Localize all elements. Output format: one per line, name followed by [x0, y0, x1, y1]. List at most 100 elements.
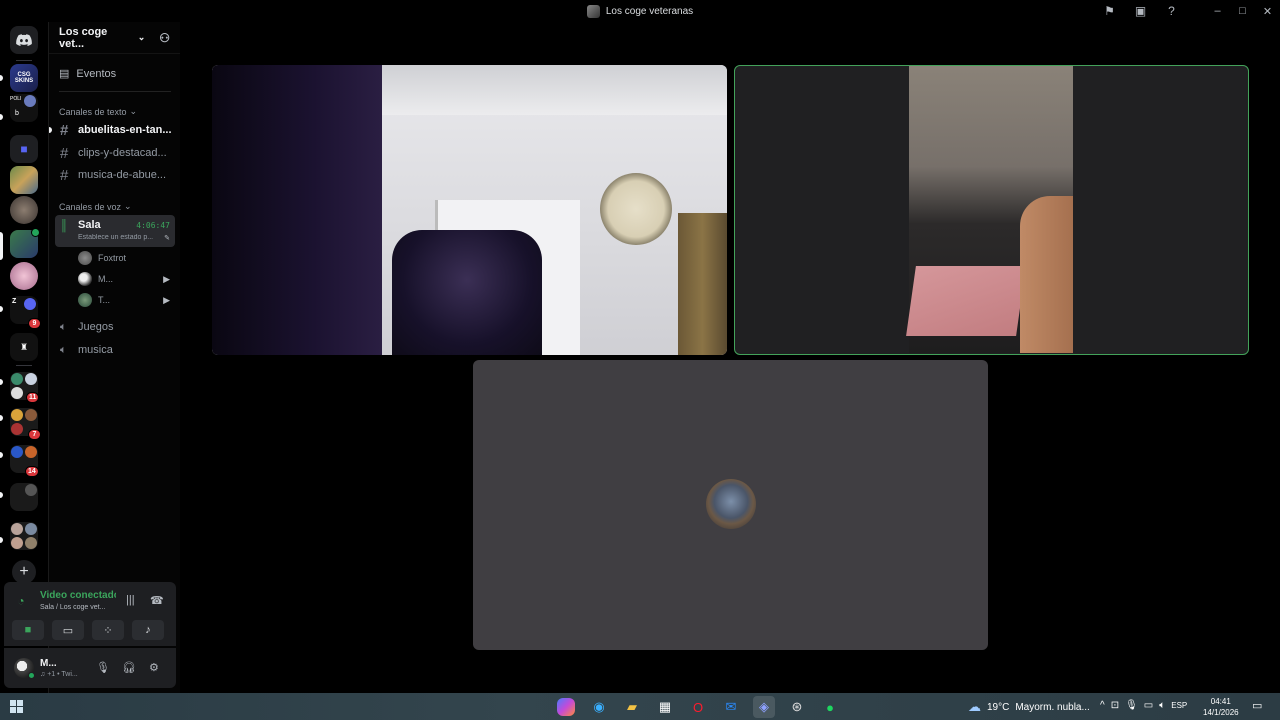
file-explorer-icon[interactable]: ▰ [621, 696, 643, 718]
activities-button[interactable]: ⁘ [92, 620, 124, 640]
server-folder-6[interactable] [10, 483, 38, 511]
video-tile-1[interactable] [212, 65, 727, 355]
mention-badge: 9 [28, 318, 41, 329]
windows-start-icon[interactable] [10, 700, 23, 713]
server-mini-icon [11, 537, 23, 549]
add-server-button[interactable]: + [12, 560, 36, 584]
input-language[interactable]: ESP [1171, 701, 1187, 710]
category-voice-channels[interactable]: Canales de voz ⌄ [59, 201, 132, 212]
voice-channel-sala[interactable]: ║ Sala 4:06:47 Establece un estado p... … [55, 215, 175, 247]
user-name[interactable]: M... [40, 658, 57, 669]
invite-people-icon[interactable]: ⚇ [159, 31, 170, 45]
clock[interactable]: 04:41 14/1/2026 [1203, 696, 1239, 718]
weather-widget[interactable]: ☁ 19°C Mayorm. nubla... [968, 699, 1090, 715]
copilot-icon[interactable] [557, 698, 575, 716]
video-frame-decorative-plate [600, 173, 672, 245]
taskbar-apps: ◉ ▰ ▦ O ✉ ◈ ⊛ ● [555, 696, 841, 718]
screen-share-button[interactable]: ▭ [52, 620, 84, 640]
video-camera-icon: ▶ [163, 273, 170, 284]
notification-icon[interactable]: ▭ [1252, 699, 1262, 712]
soundboard-button[interactable]: ♪ [132, 620, 164, 640]
text-channel-icon: # [60, 144, 69, 162]
headphones-icon[interactable]: 🎧︎ [122, 661, 136, 674]
guild-header[interactable]: Los coge vet... ⌄ ⚇ [49, 22, 180, 54]
unread-pill [0, 75, 3, 81]
category-text-channels[interactable]: Canales de texto ⌄ [59, 106, 137, 117]
channel-name: musica [78, 344, 113, 356]
noise-suppression-icon[interactable]: ||| [126, 594, 135, 606]
edge-icon[interactable]: ◉ [588, 696, 610, 718]
camera-button[interactable]: ■ [12, 620, 44, 640]
server-active[interactable] [10, 228, 40, 258]
connection-status[interactable]: Video conectado [40, 590, 116, 601]
tray-app-icon[interactable]: ⊡ [1111, 700, 1119, 711]
gear-icon[interactable]: ⚙ [149, 661, 159, 674]
voice-status-input[interactable]: Establece un estado p... [78, 234, 162, 241]
video-frame-curtain [678, 213, 727, 355]
user-status[interactable]: ♫ +1 • Twi... [40, 671, 78, 678]
voice-indicator-icon [31, 228, 40, 237]
video-camera-icon: ▶ [163, 294, 170, 305]
spotify-icon[interactable]: ● [819, 696, 841, 718]
video-frame-hand [1020, 196, 1073, 353]
volume-icon[interactable]: 🔈︎ [1159, 700, 1165, 711]
server-folder-7[interactable] [10, 522, 38, 550]
server-folder-1[interactable]: POLI b [10, 94, 38, 122]
screen-share-icon: ▭ [62, 624, 74, 637]
server-avatar-2[interactable] [10, 166, 38, 194]
server-avatar-5[interactable] [10, 262, 38, 290]
discord-taskbar-icon[interactable]: ◈ [753, 696, 775, 718]
channel-musica-de-abue[interactable]: # musica-de-abue... [55, 165, 175, 185]
events-link[interactable]: ▤ Eventos [59, 67, 116, 81]
store-icon[interactable]: ▦ [654, 696, 676, 718]
weather-temperature: 19°C [987, 701, 1010, 713]
voice-channel-musica[interactable]: 🔈︎ musica [55, 340, 175, 360]
avatar [78, 293, 92, 307]
voice-channel-juegos[interactable]: 🔈︎ Juegos [55, 317, 175, 337]
inbox-icon[interactable]: ⚑ [1094, 0, 1125, 22]
connection-signal-icon[interactable]: ◔ [11, 591, 31, 611]
microphone-icon[interactable]: 🎙︎ [96, 661, 110, 674]
channel-abuelitas[interactable]: # abuelitas-en-tan... [55, 120, 175, 140]
close-button[interactable]: ✕ [1255, 0, 1280, 22]
disconnect-icon[interactable]: ☎ [150, 594, 164, 607]
maximize-button[interactable]: □ [1230, 0, 1255, 22]
tray-microphone-icon[interactable]: 🎙︎ [1125, 700, 1138, 711]
voice-user-name: M... [98, 274, 113, 284]
channel-clips[interactable]: # clips-y-destacad... [55, 143, 175, 163]
tray-chevron-up-icon[interactable]: ^ [1100, 700, 1105, 711]
mention-badge: 11 [26, 392, 40, 403]
server-mini-icon [11, 387, 23, 399]
voice-activity-icon: ║ [60, 220, 68, 232]
opera-icon[interactable]: O [687, 696, 709, 718]
server-avatar-7[interactable]: ♜ [10, 333, 38, 361]
server-mini-icon [11, 373, 23, 385]
pencil-icon[interactable]: ✎ [164, 234, 170, 242]
steam-icon[interactable]: ⊛ [786, 696, 808, 718]
server-csg-skins[interactable]: CSG SKINS [10, 64, 38, 92]
server-mini-icon [11, 523, 23, 535]
rail-separator [16, 365, 32, 366]
help-icon[interactable]: ? [1156, 0, 1187, 22]
discord-icon [16, 34, 32, 46]
voice-user-foxtrot[interactable]: Foxtrot [78, 249, 170, 267]
outlook-icon[interactable]: ✉ [720, 696, 742, 718]
unread-pill [0, 306, 3, 312]
video-stage [181, 22, 1280, 693]
mention-badge: 14 [25, 466, 39, 477]
minimize-button[interactable]: – [1205, 0, 1230, 22]
video-frame-cards [906, 266, 1026, 336]
home-button[interactable] [10, 26, 38, 54]
folder-icon[interactable]: ■ [10, 135, 38, 163]
network-icon[interactable]: ▭ [1144, 700, 1153, 711]
video-tile-2-speaking[interactable] [734, 65, 1249, 355]
voice-user-m[interactable]: M... ▶ [78, 270, 170, 288]
folder-mini-label: POLI [10, 96, 22, 102]
text-channel-icon: # [60, 121, 69, 139]
server-avatar-3[interactable] [10, 196, 38, 224]
connection-channel[interactable]: Sala / Los coge vet... [40, 604, 105, 611]
screen-icon[interactable]: ▣ [1125, 0, 1156, 22]
voice-user-t[interactable]: T... ▶ [78, 291, 170, 309]
video-tile-3-no-camera[interactable] [473, 360, 988, 650]
server-mini-icon [25, 373, 37, 385]
